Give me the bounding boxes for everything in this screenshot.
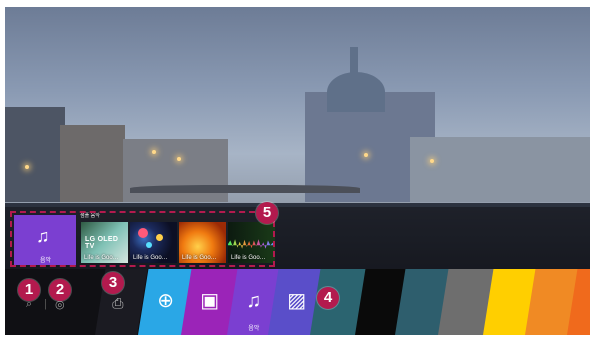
recent-highlight-outline — [10, 211, 275, 267]
music-note-icon: ♫ — [246, 290, 262, 312]
photo-icon: ▣ — [200, 290, 220, 312]
globe-icon: ⊕ — [157, 290, 174, 312]
tv-home-screen: ♫ 음악 샘플 음악 LG OLED TV Life is Goo… Life … — [5, 7, 590, 335]
callout-badge-2: 2 — [49, 279, 71, 301]
callout-badge-4: 4 — [317, 287, 339, 309]
photo-video-icon: ▨ — [287, 290, 307, 312]
callout-badge-1: 1 — [18, 279, 40, 301]
callout-badge-5: 5 — [256, 202, 278, 224]
music-app-label: 음악 — [248, 326, 260, 332]
input-source-icon: ⎙ — [112, 295, 124, 311]
callout-badge-3: 3 — [102, 272, 124, 294]
divider: | — [44, 298, 47, 310]
